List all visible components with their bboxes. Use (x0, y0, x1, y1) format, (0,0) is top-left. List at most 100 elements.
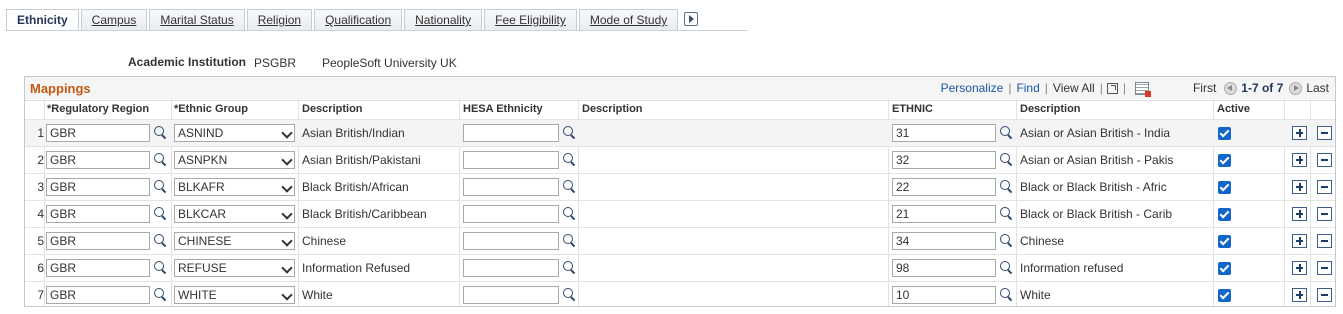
row-number: 5 (37, 234, 44, 248)
regulatory-region-input[interactable] (46, 232, 150, 250)
active-checkbox[interactable] (1218, 262, 1231, 275)
regulatory-region-input[interactable] (46, 151, 150, 169)
ethnic-input[interactable] (892, 124, 996, 142)
add-row-button[interactable] (1292, 261, 1307, 275)
ethnic-lookup-icon[interactable] (999, 234, 1013, 248)
delete-row-button[interactable] (1317, 153, 1332, 167)
regulatory-region-input[interactable] (46, 124, 150, 142)
active-checkbox[interactable] (1218, 127, 1231, 140)
ethnic-group-description: White (302, 288, 333, 302)
tab-marital-status[interactable]: Marital Status (149, 9, 245, 30)
region-lookup-icon[interactable] (153, 126, 167, 140)
hesa-ethnicity-input[interactable] (463, 205, 559, 223)
previous-page-icon[interactable] (1224, 81, 1238, 95)
ethnic-group-select[interactable]: CHINESE (174, 232, 295, 250)
hesa-lookup-icon[interactable] (562, 180, 576, 194)
delete-row-button[interactable] (1317, 207, 1332, 221)
active-checkbox[interactable] (1218, 181, 1231, 194)
hesa-ethnicity-input[interactable] (463, 259, 559, 277)
tab-nationality[interactable]: Nationality (404, 9, 483, 30)
ethnic-lookup-icon[interactable] (999, 261, 1013, 275)
add-row-button[interactable] (1292, 288, 1307, 302)
ethnic-input[interactable] (892, 232, 996, 250)
region-lookup-icon[interactable] (153, 288, 167, 302)
tab-campus[interactable]: Campus (80, 9, 148, 30)
tab-qualification[interactable]: Qualification (314, 9, 403, 30)
ethnic-input[interactable] (892, 151, 996, 169)
ethnic-lookup-icon[interactable] (999, 126, 1013, 140)
regulatory-region-input[interactable] (46, 205, 150, 223)
tab-fee-eligibility[interactable]: Fee Eligibility (484, 9, 577, 30)
delete-row-button[interactable] (1317, 288, 1332, 302)
ethnic-group-select[interactable]: BLKCAR (174, 205, 295, 223)
ethnic-group-select[interactable]: ASNIND (174, 124, 295, 142)
hesa-lookup-icon[interactable] (562, 288, 576, 302)
separator: | (1044, 81, 1048, 95)
last-label: Last (1306, 81, 1329, 95)
ethnic-group-value: ASNPKN (178, 153, 228, 167)
tab-bar: Ethnicity Campus Marital Status Religion… (6, 9, 699, 31)
ethnic-group-select[interactable]: REFUSE (174, 259, 295, 277)
delete-row-button[interactable] (1317, 126, 1332, 140)
col-regulatory-region: *Regulatory Region (47, 103, 150, 115)
find-link[interactable]: Find (1016, 81, 1039, 95)
regulatory-region-input[interactable] (46, 178, 150, 196)
tab-ethnicity[interactable]: Ethnicity (6, 9, 79, 31)
personalize-link[interactable]: Personalize (941, 81, 1004, 95)
add-row-button[interactable] (1292, 153, 1307, 167)
hesa-ethnicity-input[interactable] (463, 124, 559, 142)
zoom-grid-icon[interactable] (1106, 82, 1118, 94)
add-row-button[interactable] (1292, 126, 1307, 140)
delete-row-button[interactable] (1317, 261, 1332, 275)
hesa-lookup-icon[interactable] (562, 153, 576, 167)
table-row: 5 CHINESE Chinese Chinese (25, 227, 1335, 254)
add-row-button[interactable] (1292, 207, 1307, 221)
region-lookup-icon[interactable] (153, 153, 167, 167)
region-lookup-icon[interactable] (153, 207, 167, 221)
ethnic-group-select[interactable]: WHITE (174, 286, 295, 304)
active-checkbox[interactable] (1218, 208, 1231, 221)
add-row-button[interactable] (1292, 180, 1307, 194)
grid-title: Mappings (30, 81, 91, 96)
table-row: 3 BLKAFR Black British/African Black or Bla… (25, 173, 1335, 200)
ethnic-input[interactable] (892, 205, 996, 223)
hesa-lookup-icon[interactable] (562, 261, 576, 275)
active-checkbox[interactable] (1218, 154, 1231, 167)
ethnic-lookup-icon[interactable] (999, 153, 1013, 167)
tab-mode-of-study[interactable]: Mode of Study (578, 9, 679, 30)
ethnic-group-select[interactable]: ASNPKN (174, 151, 295, 169)
view-all-link[interactable]: View All (1053, 81, 1095, 95)
row-number: 3 (37, 180, 44, 194)
next-tabs-icon[interactable] (684, 12, 699, 26)
delete-row-button[interactable] (1317, 180, 1332, 194)
hesa-ethnicity-input[interactable] (463, 178, 559, 196)
ethnic-input[interactable] (892, 259, 996, 277)
region-lookup-icon[interactable] (153, 261, 167, 275)
hesa-ethnicity-input[interactable] (463, 286, 559, 304)
tab-religion[interactable]: Religion (246, 9, 313, 30)
hesa-lookup-icon[interactable] (562, 126, 576, 140)
active-checkbox[interactable] (1218, 289, 1231, 302)
table-row: 4 BLKCAR Black British/Caribbean Black or B… (25, 200, 1335, 227)
region-lookup-icon[interactable] (153, 180, 167, 194)
hesa-lookup-icon[interactable] (562, 207, 576, 221)
column-headers: *Regulatory Region *Ethnic Group Descrip… (25, 100, 1335, 119)
ethnic-input[interactable] (892, 178, 996, 196)
chevron-down-icon (281, 208, 293, 220)
download-excel-icon[interactable] (1134, 81, 1151, 97)
add-row-button[interactable] (1292, 234, 1307, 248)
hesa-lookup-icon[interactable] (562, 234, 576, 248)
hesa-ethnicity-input[interactable] (463, 232, 559, 250)
regulatory-region-input[interactable] (46, 286, 150, 304)
ethnic-lookup-icon[interactable] (999, 180, 1013, 194)
ethnic-lookup-icon[interactable] (999, 288, 1013, 302)
next-page-icon[interactable] (1289, 81, 1303, 95)
region-lookup-icon[interactable] (153, 234, 167, 248)
delete-row-button[interactable] (1317, 234, 1332, 248)
hesa-ethnicity-input[interactable] (463, 151, 559, 169)
ethnic-lookup-icon[interactable] (999, 207, 1013, 221)
regulatory-region-input[interactable] (46, 259, 150, 277)
active-checkbox[interactable] (1218, 235, 1231, 248)
ethnic-group-select[interactable]: BLKAFR (174, 178, 295, 196)
ethnic-input[interactable] (892, 286, 996, 304)
